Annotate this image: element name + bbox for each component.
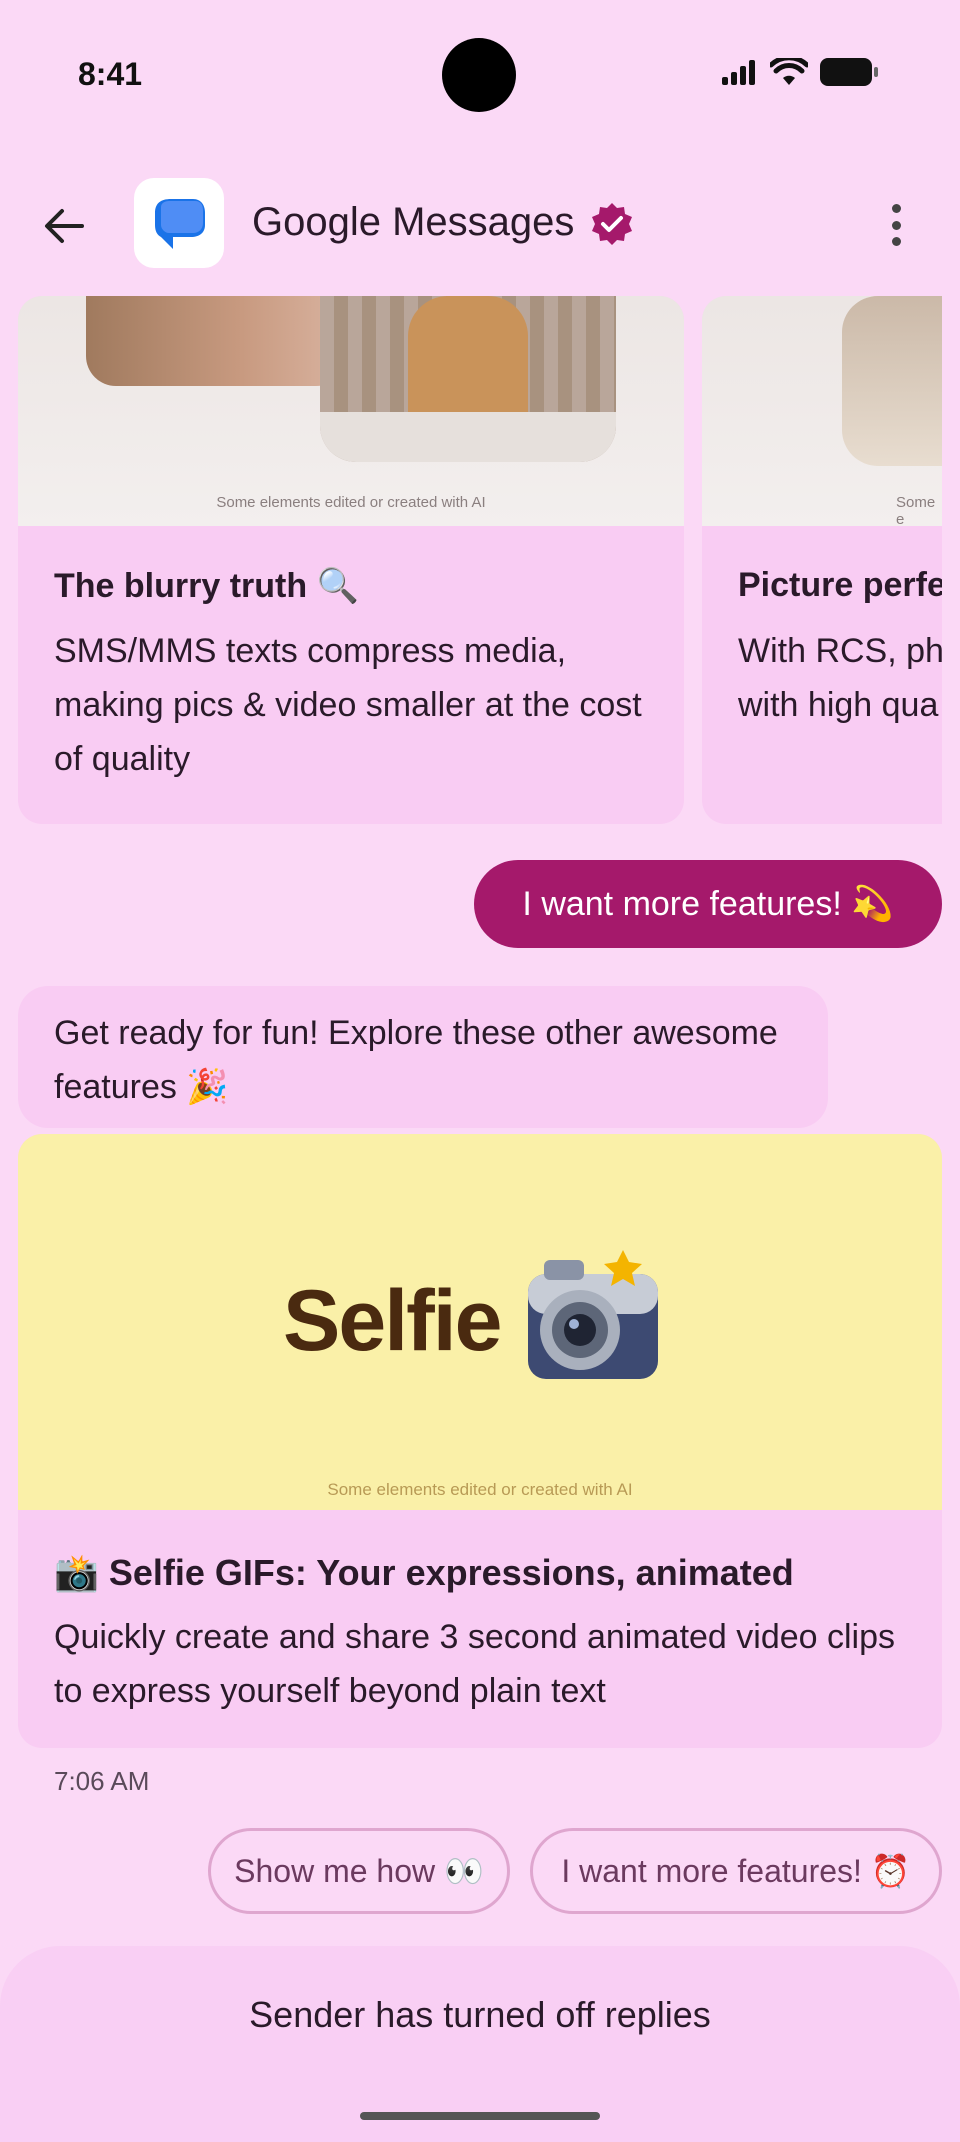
more-options-button[interactable] [874, 200, 918, 250]
camera-notch [442, 38, 516, 112]
dot [891, 220, 901, 230]
conversation-title: Google Messages [252, 200, 575, 244]
card-image: Some elements edited or created with AI [18, 296, 684, 526]
card-body: Quickly create and share 3 second animat… [54, 1618, 896, 1710]
card-title: 📸 Selfie GIFs: Your expressions, animate… [54, 1552, 794, 1593]
replies-disabled-text: Sender has turned off replies [249, 1994, 711, 2035]
ai-note: Some e [896, 494, 936, 528]
arrow-back-icon [45, 209, 84, 243]
card-body: With RCS, ph with high qua [738, 624, 942, 732]
home-indicator[interactable] [360, 2112, 600, 2120]
photo [842, 296, 942, 466]
outgoing-message-bubble[interactable]: I want more features! 💫 [474, 860, 942, 948]
wifi-icon [770, 58, 808, 85]
suggestion-chip-show-me-how[interactable]: Show me how 👀 [208, 1828, 510, 1914]
card-image: Selfie Some elements edited or created w… [18, 1134, 942, 1510]
status-time: 8:41 [78, 56, 143, 92]
rich-card-blurry-truth[interactable]: Some elements edited or created with AI … [18, 296, 684, 824]
message-text: Get ready for fun! Explore these other a… [54, 1014, 778, 1106]
rich-card-picture-perfect[interactable]: Some e Picture perfe With RCS, ph with h… [702, 296, 942, 824]
selfie-image-word: Selfie [283, 1273, 502, 1369]
ai-note: Some elements edited or created with AI [216, 494, 486, 511]
card-title: Picture perfe [738, 566, 942, 604]
card-body-line: with high qua [738, 686, 939, 724]
pixelated-dog-photo [320, 296, 616, 462]
signal-icon [722, 59, 758, 85]
google-messages-logo[interactable] [134, 178, 224, 268]
rich-card-selfie-gifs[interactable]: Selfie Some elements edited or created w… [18, 1134, 942, 1748]
message-bubble-icon [155, 199, 205, 249]
dot [891, 237, 901, 246]
camera-icon [528, 1250, 658, 1379]
blurred-photo [86, 296, 346, 386]
dot [891, 204, 901, 213]
card-image: Some e [702, 296, 942, 528]
ai-note: Some elements edited or created with AI [327, 1480, 633, 1499]
message-timestamp: 7:06 AM [54, 1766, 150, 1796]
card-body: SMS/MMS texts compress media, making pic… [54, 632, 642, 778]
verified-badge-icon [592, 203, 632, 245]
incoming-message-bubble[interactable]: Get ready for fun! Explore these other a… [18, 986, 828, 1128]
back-button[interactable] [36, 198, 92, 254]
card-title: The blurry truth 🔍 [54, 567, 359, 605]
status-icons [722, 58, 878, 86]
suggestion-chip-more-features[interactable]: I want more features! ⏰ [530, 1828, 942, 1914]
battery-icon [820, 58, 878, 86]
card-body-line: With RCS, ph [738, 632, 942, 670]
